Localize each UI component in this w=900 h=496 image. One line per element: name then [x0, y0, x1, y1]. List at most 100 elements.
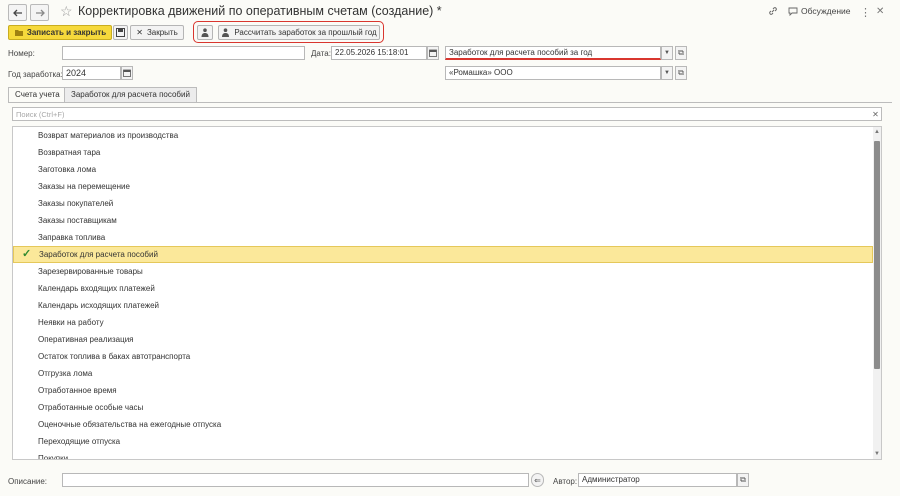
arrow-left-icon [12, 9, 22, 16]
scrollbar[interactable]: ▲ ▼ [873, 127, 881, 459]
back-button[interactable] [8, 4, 27, 21]
list-item[interactable]: Неявки на работу [13, 314, 873, 331]
list-item-label: Отработанное время [38, 386, 117, 395]
list-item-label: Зарезервированные товары [38, 267, 143, 276]
calendar-icon [429, 49, 437, 57]
list-item[interactable]: Отгрузка лома [13, 365, 873, 382]
list-item[interactable]: Оперативная реализация [13, 331, 873, 348]
list-item[interactable]: Заказы поставщикам [13, 212, 873, 229]
list-item-label: Заказы поставщикам [38, 216, 117, 225]
checkmark-icon: ✓ [22, 248, 32, 260]
list-item-label: Возврат материалов из производства [38, 131, 179, 140]
link-icon[interactable] [768, 6, 778, 16]
scroll-thumb[interactable] [874, 141, 880, 369]
calendar-icon [123, 69, 131, 77]
open-link-icon: ⧉ [678, 68, 684, 77]
list-item-label: Неявки на работу [38, 318, 104, 327]
list-item[interactable]: Календарь исходящих платежей [13, 297, 873, 314]
list-item[interactable]: ✓ Заработок для расчета пособий [13, 246, 873, 263]
list-item-label: Заправка топлива [38, 233, 106, 242]
open-link-icon: ⧉ [678, 48, 684, 57]
chat-icon [788, 7, 798, 16]
list-body: Возврат материалов из производства Возвра… [13, 127, 881, 460]
date-label: Дата: [311, 49, 331, 58]
arrow-right-icon [35, 9, 45, 16]
list-item[interactable]: Переходящие отпуска [13, 433, 873, 450]
author-label: Автор: [553, 477, 578, 486]
list-item-label: Календарь исходящих платежей [38, 301, 160, 310]
description-edit-button[interactable]: ⇐ [531, 473, 544, 487]
list-item[interactable]: Отработанные особые часы [13, 399, 873, 416]
tab-accounts[interactable]: Счета учета [8, 87, 67, 103]
list-item[interactable]: Заготовка лома [13, 161, 873, 178]
list-item[interactable]: Возвратная тара [13, 144, 873, 161]
list-item-label: Заработок для расчета пособий [39, 250, 158, 259]
save-close-button[interactable]: Записать и закрыть [8, 25, 112, 40]
person-button[interactable] [197, 25, 213, 40]
description-label: Описание: [8, 477, 48, 486]
list-item-label: Оценочные обязательства на ежегодные отп… [38, 420, 222, 429]
organization-dropdown-button[interactable]: ▼ [661, 66, 673, 80]
author-field[interactable]: Администратор [578, 473, 737, 487]
list-item-label: Отработанные особые часы [38, 403, 144, 412]
arrow-right-circle-icon: ⇐ [534, 475, 541, 485]
list-item-label: Покупки [38, 454, 69, 460]
forward-button[interactable] [30, 4, 49, 21]
author-open-button[interactable]: ⧉ [737, 473, 749, 487]
list-item[interactable]: Календарь входящих платежей [13, 280, 873, 297]
list-item[interactable]: Покупки [13, 450, 873, 460]
floppy-disk-icon [116, 28, 125, 37]
favorite-star-icon[interactable]: ☆ [60, 4, 73, 18]
list-item-label: Оперативная реализация [38, 335, 134, 344]
list-item[interactable]: Оценочные обязательства на ежегодные отп… [13, 416, 873, 433]
close-x-icon: ✕ [136, 28, 143, 37]
list-item-label: Переходящие отпуска [38, 437, 121, 446]
search-input[interactable]: Поиск (Ctrl+F) [12, 107, 882, 121]
year-field[interactable]: 2024 [62, 66, 121, 80]
year-calendar-button[interactable] [121, 66, 133, 80]
more-menu-icon[interactable]: ⋮ [860, 6, 871, 19]
accounts-list: Возврат материалов из производства Возвра… [12, 126, 882, 460]
chevron-down-icon: ▼ [664, 70, 670, 76]
list-item-label: Заказы покупателей [38, 199, 114, 208]
tab-earnings[interactable]: Заработок для расчета пособий [64, 87, 197, 102]
list-item-label: Отгрузка лома [38, 369, 93, 378]
discussion-button[interactable]: Обсуждение [788, 6, 851, 16]
list-item-label: Остаток топлива в баках автотранспорта [38, 352, 191, 361]
list-item-label: Заказы на перемещение [38, 182, 130, 191]
list-item[interactable]: Заправка топлива [13, 229, 873, 246]
chevron-down-icon: ▼ [664, 50, 670, 56]
year-label: Год заработка: [8, 70, 63, 79]
save-folder-icon [14, 30, 23, 36]
close-window-icon[interactable]: ✕ [876, 6, 884, 17]
calendar-button[interactable] [427, 46, 439, 60]
number-label: Номер: [8, 49, 35, 58]
search-clear-icon[interactable]: ✕ [869, 107, 882, 121]
list-item[interactable]: Зарезервированные товары [13, 263, 873, 280]
register-field[interactable]: Заработок для расчета пособий за год [445, 46, 661, 60]
organization-open-button[interactable]: ⧉ [675, 66, 687, 80]
scroll-down-icon[interactable]: ▼ [873, 450, 881, 458]
list-item[interactable]: Отработанное время [13, 382, 873, 399]
list-item[interactable]: Заказы на перемещение [13, 178, 873, 195]
organization-field[interactable]: «Ромашка» ООО [445, 66, 661, 80]
calc-person-icon [222, 28, 230, 37]
register-open-button[interactable]: ⧉ [675, 46, 687, 60]
list-item-label: Возвратная тара [38, 148, 101, 157]
list-item[interactable]: Заказы покупателей [13, 195, 873, 212]
list-item-label: Календарь входящих платежей [38, 284, 155, 293]
save-button[interactable] [113, 25, 128, 40]
close-button[interactable]: ✕ Закрыть [130, 25, 184, 40]
date-field[interactable]: 22.05.2026 15:18:01 [331, 46, 427, 60]
scroll-up-icon[interactable]: ▲ [873, 128, 881, 136]
list-item[interactable]: Возврат материалов из производства [13, 127, 873, 144]
page-title: Корректировка движений по оперативным сч… [78, 4, 442, 18]
number-field[interactable] [62, 46, 305, 60]
open-link-icon: ⧉ [740, 475, 746, 484]
register-dropdown-button[interactable]: ▼ [661, 46, 673, 60]
person-icon [201, 28, 209, 37]
description-field[interactable] [62, 473, 529, 487]
list-item[interactable]: Остаток топлива в баках автотранспорта [13, 348, 873, 365]
calc-last-year-button[interactable]: Рассчитать заработок за прошлый год [218, 25, 380, 40]
list-item-label: Заготовка лома [38, 165, 97, 174]
